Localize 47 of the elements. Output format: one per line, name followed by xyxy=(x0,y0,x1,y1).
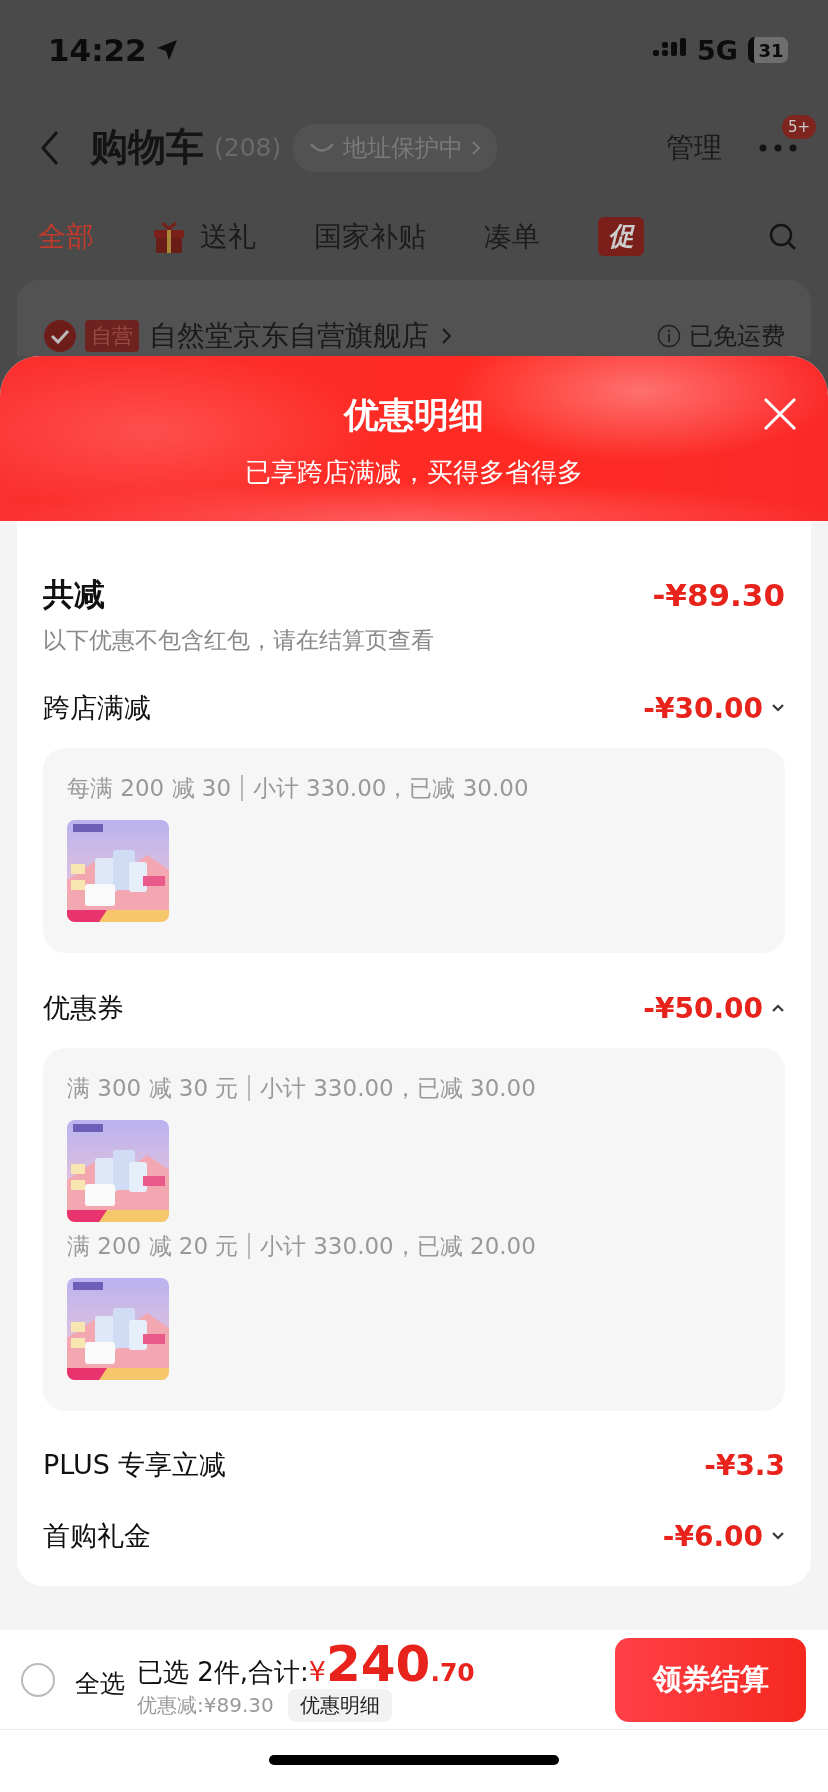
select-all-label[interactable]: 全选 xyxy=(75,1659,125,1700)
category-tab[interactable]: 全部 xyxy=(38,217,94,256)
discount-subtotal: 小计 330.00，已减 20.00 xyxy=(259,1232,536,1261)
discount-amount: -¥50.00 xyxy=(643,991,763,1025)
discount-subtotal: 小计 330.00，已减 30.00 xyxy=(252,774,529,803)
discount-label: 跨店满减 xyxy=(43,691,151,725)
chevron-right-icon xyxy=(441,327,453,345)
chevron-down-icon[interactable] xyxy=(771,1531,785,1541)
discount-label: 优惠券 xyxy=(43,991,124,1025)
chevron-up-icon[interactable] xyxy=(771,1003,785,1013)
clock-time: 14:22 xyxy=(48,32,147,68)
network-type: 5G xyxy=(697,34,738,66)
discount-amount: -¥3.3 xyxy=(704,1448,785,1482)
discount-label: PLUS 专享立减 xyxy=(43,1448,227,1482)
select-all-checkbox[interactable] xyxy=(21,1662,55,1697)
store-name[interactable]: 自然堂京东自营旗舰店 xyxy=(149,317,429,355)
discount-amount: -¥6.00 xyxy=(662,1519,763,1553)
more-icon[interactable] xyxy=(758,142,798,153)
total-price: 240 xyxy=(326,1637,431,1691)
battery-icon: 31 xyxy=(748,37,788,63)
check-icon[interactable] xyxy=(43,319,77,353)
close-icon[interactable] xyxy=(762,396,798,432)
saved-amount: 优惠减:¥89.30 xyxy=(137,1692,274,1719)
discount-amount: -¥30.00 xyxy=(643,691,763,725)
selection-summary: 已选 2件,合计: xyxy=(137,1656,309,1689)
sheet-subtitle: 已享跨店满减，买得多省得多 xyxy=(245,456,583,489)
total-discount-amount: -¥89.30 xyxy=(652,577,785,613)
discount-subtotal: 小计 330.00，已减 30.00 xyxy=(259,1074,536,1103)
discount-note: 以下优惠不包含红包，请在结算页查看 xyxy=(43,626,435,655)
sheet-title: 优惠明细 xyxy=(344,394,484,437)
currency-symbol: ¥ xyxy=(308,1656,327,1687)
discount-details-button[interactable]: 优惠明细 xyxy=(287,1689,392,1722)
chevron-down-icon[interactable] xyxy=(771,703,785,713)
back-icon[interactable] xyxy=(40,129,60,166)
info-icon[interactable] xyxy=(657,324,681,348)
checkout-button[interactable]: 领券结算 xyxy=(615,1637,806,1722)
discount-rule: 每满 200 减 30 xyxy=(67,774,232,803)
search-icon[interactable] xyxy=(768,221,798,252)
promo-tab[interactable]: 促 xyxy=(598,217,644,256)
price-decimals: .70 xyxy=(430,1658,475,1687)
shipping-status: 已免运费 xyxy=(689,321,785,352)
discount-rule: 满 300 减 30 元 xyxy=(67,1074,239,1103)
discount-rule: 满 200 减 20 元 xyxy=(67,1232,239,1261)
total-discount-label: 共减 xyxy=(43,575,105,614)
gift-icon xyxy=(152,219,186,254)
notification-badge: 5+ xyxy=(781,114,816,139)
discount-label: 首购礼金 xyxy=(43,1519,151,1553)
